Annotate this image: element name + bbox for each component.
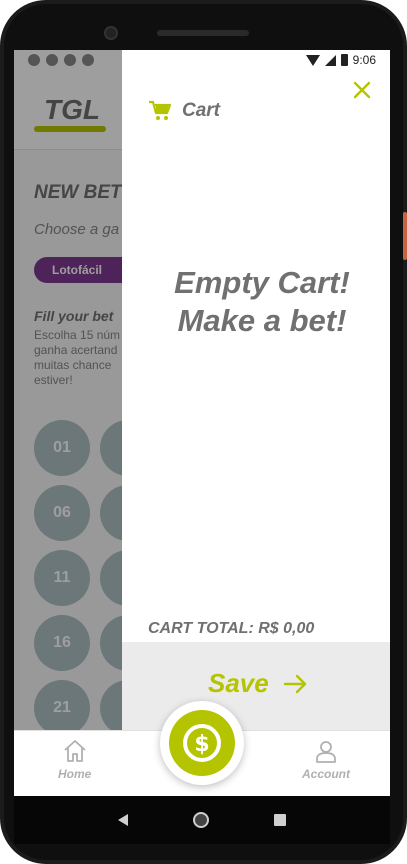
fab-inner: $ xyxy=(169,710,235,776)
signal-icon xyxy=(324,54,336,66)
dollar-icon: $ xyxy=(183,724,221,762)
system-icons: 9:06 xyxy=(305,53,376,67)
android-navigation-bar xyxy=(14,796,390,844)
nav-home[interactable]: Home xyxy=(58,739,91,781)
side-button xyxy=(403,212,407,260)
cart-title: Cart xyxy=(182,100,221,121)
back-icon[interactable] xyxy=(118,814,129,826)
shield-icon xyxy=(46,54,58,66)
bottom-navigation: Home $ Account xyxy=(14,701,390,796)
save-area: Save xyxy=(122,642,390,730)
cart-total: CART TOTAL: R$ 0,00 xyxy=(148,620,315,637)
cart-icon xyxy=(149,100,172,120)
cart-header: Cart xyxy=(148,100,220,122)
notification-icons xyxy=(28,54,94,66)
nav-account-label: Account xyxy=(302,767,350,781)
earpiece xyxy=(157,30,249,36)
recent-apps-icon[interactable] xyxy=(273,814,286,826)
clock: 9:06 xyxy=(352,53,376,67)
phone-frame: TGL NEW BET Choose a ga Lotofácil Fill y… xyxy=(0,0,407,864)
svg-text:$: $ xyxy=(194,732,209,757)
circle-icon xyxy=(82,54,94,66)
new-bet-fab[interactable]: $ xyxy=(160,701,244,785)
battery-icon xyxy=(340,54,348,66)
status-bar: 9:06 xyxy=(14,50,390,72)
cart-drawer: Cart Empty Cart! Make a bet! CART TOTAL:… xyxy=(122,50,390,730)
save-button[interactable]: Save xyxy=(208,668,309,699)
user-icon xyxy=(316,741,336,763)
save-label: Save xyxy=(208,668,269,698)
system-home-icon[interactable] xyxy=(192,812,209,828)
close-icon[interactable] xyxy=(352,80,372,100)
screen: TGL NEW BET Choose a ga Lotofácil Fill y… xyxy=(14,50,390,796)
empty-cart-message: Empty Cart! Make a bet! xyxy=(174,265,350,338)
wifi-icon xyxy=(305,54,320,66)
arrow-right-icon xyxy=(283,674,306,693)
nav-home-label: Home xyxy=(58,767,92,781)
nav-account[interactable]: Account xyxy=(302,739,350,781)
sim-icon xyxy=(64,54,76,66)
front-camera xyxy=(104,26,118,40)
notification-icon xyxy=(28,54,40,66)
home-icon xyxy=(64,740,86,762)
